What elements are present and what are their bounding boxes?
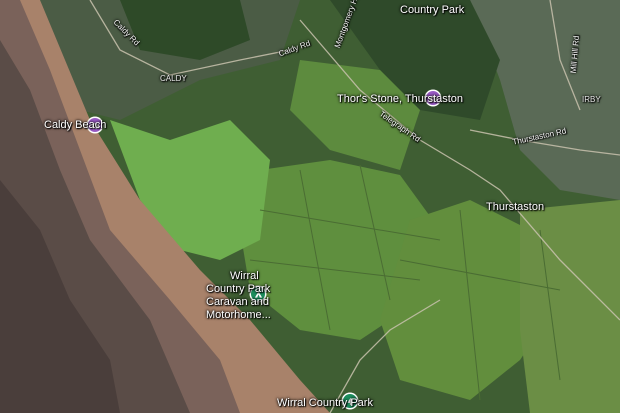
caravan-label-1[interactable]: Wirral	[230, 270, 259, 283]
thors-stone-label[interactable]: Thor's Stone, Thurstaston	[337, 93, 463, 106]
country-park-label[interactable]: Country Park	[400, 4, 464, 17]
thurstaston-label[interactable]: Thurstaston	[486, 201, 544, 214]
caravan-label-4[interactable]: Motorhome...	[206, 309, 271, 322]
caravan-label-2[interactable]: Country Park	[206, 283, 270, 296]
caravan-label-3[interactable]: Caravan and	[206, 296, 269, 309]
caldy-beach-label[interactable]: Caldy Beach	[44, 119, 106, 132]
caldy-area-label: CALDY	[160, 74, 187, 83]
irby-area-label: IRBY	[582, 95, 601, 104]
wirral-country-park-label[interactable]: Wirral Country Park	[277, 397, 373, 410]
satellite-map[interactable]: Country Park Caldy Beach Thor's Stone, T…	[0, 0, 620, 413]
